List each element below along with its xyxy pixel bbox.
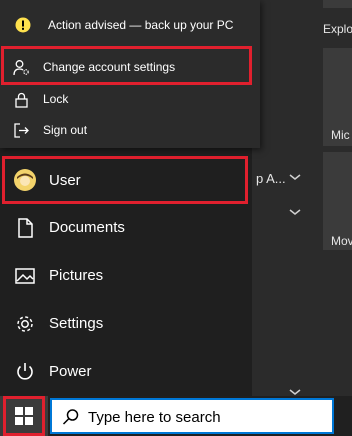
tile-label-explorer: Explo bbox=[323, 22, 352, 36]
chevron-down-icon[interactable] bbox=[288, 207, 302, 217]
search-icon bbox=[62, 409, 79, 425]
menu-item-label: Sign out bbox=[43, 123, 88, 137]
backup-alert[interactable]: Action advised — back up your PC bbox=[0, 10, 260, 40]
menu-item-lock[interactable]: Lock bbox=[0, 84, 260, 114]
rail-item-label: Settings bbox=[49, 315, 104, 332]
rail-item-label: Documents bbox=[49, 219, 125, 236]
start-tiles-area: Explo Mic Mov p A... bbox=[252, 0, 352, 396]
menu-item-sign-out[interactable]: Sign out bbox=[0, 115, 260, 145]
tile-microsoft[interactable]: Mic bbox=[323, 48, 352, 146]
chevron-down-icon[interactable] bbox=[288, 172, 302, 182]
document-icon bbox=[18, 218, 33, 238]
rail-item-label: Pictures bbox=[49, 267, 104, 284]
menu-item-label: Lock bbox=[43, 92, 69, 106]
gear-icon bbox=[17, 316, 33, 332]
taskbar: Type here to search bbox=[0, 396, 352, 436]
highlight-start-button bbox=[3, 396, 45, 436]
group-label: p A... bbox=[256, 171, 286, 186]
tile-movies[interactable]: Mov bbox=[323, 152, 352, 250]
start-button[interactable] bbox=[0, 396, 48, 436]
backup-alert-text: Action advised — back up your PC bbox=[48, 18, 234, 32]
rail-item-documents[interactable]: Documents bbox=[0, 204, 252, 252]
tile-top[interactable] bbox=[323, 0, 352, 8]
account-flyout: Action advised — back up your PC Change … bbox=[0, 0, 260, 148]
tile-label-movies: Mov bbox=[331, 234, 352, 248]
highlight-change-account-settings bbox=[1, 46, 252, 85]
search-placeholder: Type here to search bbox=[88, 409, 221, 426]
warning-circle-icon bbox=[15, 17, 31, 33]
rail-item-power[interactable]: Power bbox=[0, 348, 252, 396]
power-icon bbox=[17, 363, 33, 380]
rail-item-settings[interactable]: Settings bbox=[0, 300, 252, 348]
lock-icon bbox=[15, 92, 28, 108]
rail-item-label: Power bbox=[49, 363, 92, 380]
rail-item-pictures[interactable]: Pictures bbox=[0, 252, 252, 300]
sign-out-icon bbox=[14, 123, 29, 138]
taskbar-search-box[interactable]: Type here to search bbox=[50, 398, 334, 434]
pictures-icon bbox=[15, 268, 35, 284]
highlight-user bbox=[2, 156, 248, 204]
tile-label-microsoft: Mic bbox=[331, 128, 350, 142]
